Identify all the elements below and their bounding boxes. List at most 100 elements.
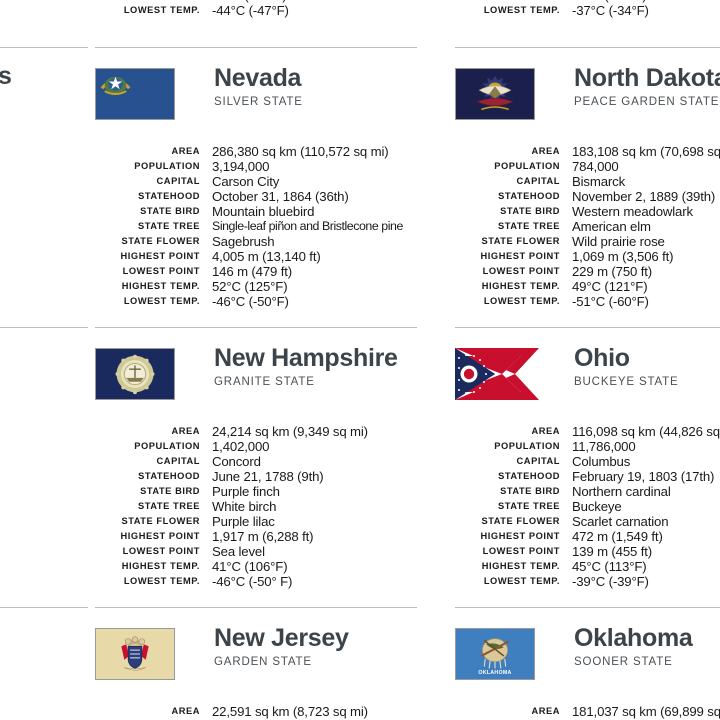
fact-value-state-tree: White birch [212,499,277,514]
fact-value-lowest-temp: -46°C (-50°F) [212,294,289,309]
fact-label-area: AREA [531,706,560,716]
fact-label-lowest-temp: LOWEST TEMP. [123,5,200,15]
fact-value-state-flower: Purple lilac [212,514,275,529]
state-name: New Hampshire [214,344,398,372]
fact-label-highest-point: HIGHEST POINT [480,531,560,541]
fact-label-highest-point: HIGHEST POINT [480,251,560,261]
fact-label-capital: CAPITAL [156,456,200,466]
entry-divider [455,47,720,48]
fact-label-area: AREA [171,706,200,716]
fact-label-area: AREA [531,146,560,156]
entry-divider [95,327,417,328]
fact-value-highest-point: 1,069 m (3,506 ft) [572,249,674,264]
entry-divider [455,327,720,328]
fact-label-capital: CAPITAL [156,176,200,186]
cutoff-title-fragment: s [0,62,12,90]
fact-value-lowest-point: 229 m (750 ft) [572,264,652,279]
entry-divider [95,607,417,608]
fact-value-population: 784,000 [572,159,619,174]
fact-value-highest-point: 1,917 m (6,288 ft) [212,529,314,544]
fact-label-highest-temp: HIGHEST TEMP. [121,561,200,571]
new-hampshire-flag-icon [95,348,175,400]
fact-value-area: 183,108 sq km (70,698 sq mi) [572,144,720,159]
nevada-flag-icon [95,68,175,120]
fact-value-lowest-temp: -39°C (-39°F) [572,574,649,589]
state-nickname: GRANITE STATE [214,375,315,388]
fact-label-population: POPULATION [494,441,560,451]
north-dakota-flag-icon [455,68,535,120]
fact-label-state-flower: STATE FLOWER [481,236,560,246]
fact-label-lowest-point: LOWEST POINT [122,266,200,276]
cutoff-divider-2 [0,327,88,328]
entry-divider [455,607,720,608]
fact-label-state-bird: STATE BIRD [500,206,560,216]
fact-value-area: 181,037 sq km (69,899 sq mi) [572,704,720,719]
fact-label-lowest-point: LOWEST POINT [122,546,200,556]
fact-label-state-tree: STATE TREE [138,221,200,231]
fact-value-highest-point: 472 m (1,549 ft) [572,529,663,544]
fact-label-capital: CAPITAL [516,456,560,466]
fact-row: LOWEST TEMP. -37°C (-34°F) [455,3,720,18]
fact-label-population: POPULATION [494,161,560,171]
state-nickname: PEACE GARDEN STATE [574,95,720,108]
fact-value-statehood: February 19, 1803 (17th) [572,469,715,484]
fact-value-capital: Columbus [572,454,631,469]
svg-text:OKLAHOMA: OKLAHOMA [478,670,511,676]
fact-value-lowest-temp: -51°C (-60°F) [572,294,649,309]
fact-row: LOWEST TEMP. -44°C (-47°F) [95,3,425,18]
reference-page: s mi) mi) mi) HIGHEST TEMP. 48°C (118°F)… [0,0,720,720]
fact-value-state-bird: Western meadowlark [572,204,693,219]
fact-value-lowest-temp: -37°C (-34°F) [572,3,649,18]
fact-label-statehood: STATEHOOD [498,471,560,481]
oklahoma-flag-icon: OKLAHOMA [455,628,535,680]
state-name: North Dakota [574,64,720,92]
fact-value-area: 24,214 sq km (9,349 sq mi) [212,424,368,439]
fact-label-lowest-point: LOWEST POINT [482,266,560,276]
fact-label-statehood: STATEHOOD [138,191,200,201]
state-name: Nevada [214,64,302,92]
fact-value-area: 116,098 sq km (44,826 sq mi) [572,424,720,439]
fact-label-area: AREA [531,426,560,436]
fact-label-highest-temp: HIGHEST TEMP. [121,281,200,291]
fact-label-state-flower: STATE FLOWER [121,236,200,246]
fact-value-state-flower: Wild prairie rose [572,234,665,249]
entry-divider [95,47,417,48]
fact-value-state-bird: Northern cardinal [572,484,671,499]
fact-value-statehood: October 31, 1864 (36th) [212,189,349,204]
ohio-flag-icon [455,348,539,400]
fact-label-statehood: STATEHOOD [138,471,200,481]
fact-value-population: 1,402,000 [212,439,270,454]
fact-value-lowest-point: Sea level [212,544,265,559]
fact-value-state-tree: American elm [572,219,651,234]
fact-label-population: POPULATION [134,161,200,171]
fact-label-statehood: STATEHOOD [498,191,560,201]
fact-value-highest-temp: 49°C (121°F) [572,279,648,294]
fact-label-lowest-temp: LOWEST TEMP. [123,296,200,306]
state-name: New Jersey [214,624,349,652]
state-nickname: GARDEN STATE [214,655,312,668]
fact-label-lowest-temp: LOWEST TEMP. [483,296,560,306]
cutoff-divider-3 [0,607,88,608]
fact-label-highest-temp: HIGHEST TEMP. [481,281,560,291]
state-nickname: SILVER STATE [214,95,303,108]
fact-label-population: POPULATION [134,441,200,451]
fact-label-state-flower: STATE FLOWER [121,516,200,526]
fact-value-state-tree: Buckeye [572,499,622,514]
state-nickname: SOONER STATE [574,655,673,668]
fact-label-state-tree: STATE TREE [498,221,560,231]
fact-label-highest-point: HIGHEST POINT [120,531,200,541]
fact-label-state-bird: STATE BIRD [500,486,560,496]
cutoff-divider-1 [0,47,88,48]
fact-value-highest-temp: 45°C (113°F) [572,559,647,574]
fact-value-state-bird: Mountain bluebird [212,204,315,219]
fact-value-area: 22,591 sq km (8,723 sq mi) [212,704,368,719]
fact-value-statehood: June 21, 1788 (9th) [212,469,324,484]
fact-value-capital: Concord [212,454,261,469]
fact-label-lowest-temp: LOWEST TEMP. [483,576,560,586]
fact-label-lowest-temp: LOWEST TEMP. [483,5,560,15]
fact-label-state-bird: STATE BIRD [140,486,200,496]
fact-label-area: AREA [171,146,200,156]
fact-label-lowest-temp: LOWEST TEMP. [123,576,200,586]
fact-value-highest-point: 4,005 m (13,140 ft) [212,249,321,264]
fact-value-capital: Carson City [212,174,280,189]
